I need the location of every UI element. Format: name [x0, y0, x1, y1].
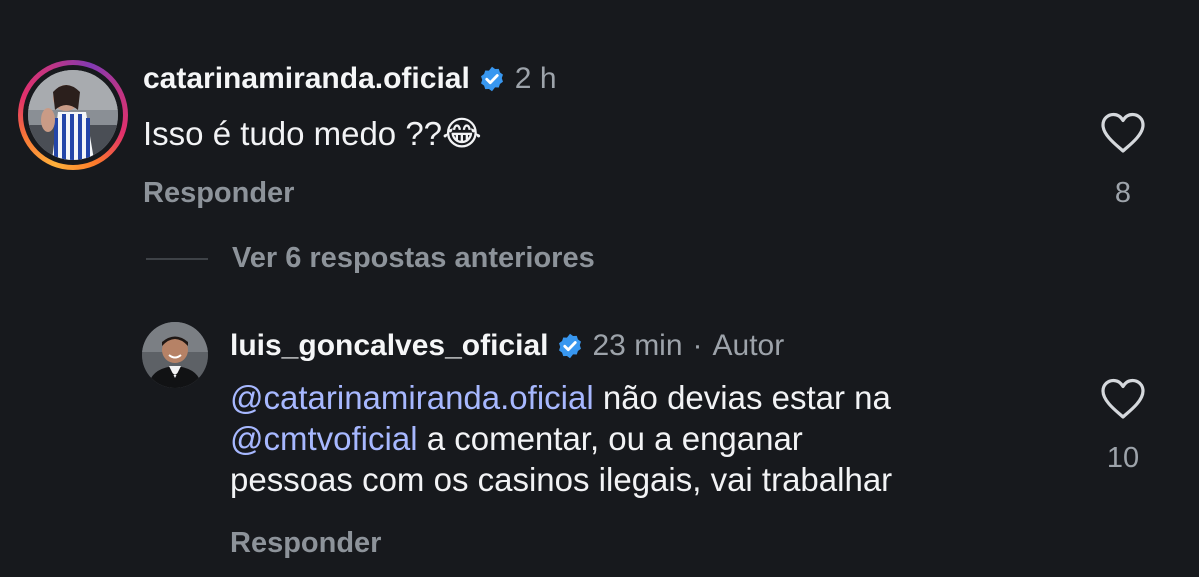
like-count: 8 [1114, 177, 1132, 209]
view-previous-replies-button[interactable]: Ver 6 respostas anteriores [232, 242, 595, 275]
verified-badge-icon [480, 66, 503, 92]
meta-separator: · [692, 329, 703, 362]
reply-button[interactable]: Responder [230, 527, 381, 560]
reply-text-part: a comentar, ou a enganar [417, 420, 803, 457]
reply-text-line-1: @catarinamiranda.oficial não devias esta… [230, 377, 1090, 418]
replies-divider [146, 258, 208, 260]
reply-avatar[interactable] [142, 322, 208, 388]
reply-text-line-2: @cmtvoficial a comentar, ou a enganar [230, 418, 1090, 459]
like-count: 10 [1106, 442, 1140, 474]
avatar-photo [28, 70, 118, 160]
reply-text: @catarinamiranda.oficial não devias esta… [230, 377, 1090, 500]
avatar[interactable] [28, 70, 118, 160]
reply-text-part: não devias estar na [593, 379, 891, 416]
laughing-emoji-icon: 😂 [442, 115, 482, 153]
heart-icon[interactable] [1100, 112, 1146, 154]
comment-header: catarinamiranda.oficial 2 h [143, 62, 557, 96]
comment-username[interactable]: catarinamiranda.oficial [143, 62, 470, 96]
mention-link[interactable]: @cmtvoficial [230, 420, 418, 457]
mention-link[interactable]: @catarinamiranda.oficial [230, 379, 594, 416]
comment-time: 2 h [514, 62, 557, 95]
comment-text: Isso é tudo medo ??😂 [143, 113, 482, 155]
story-ring[interactable] [18, 60, 128, 170]
verified-badge-icon [559, 333, 582, 359]
heart-icon[interactable] [1100, 378, 1146, 420]
reply-button[interactable]: Responder [143, 177, 294, 210]
reply-header: luis_goncalves_oficial 23 min · Autor [230, 329, 784, 363]
reply-username[interactable]: luis_goncalves_oficial [230, 329, 548, 363]
comment-text-main: Isso é tudo medo ?? [143, 115, 443, 152]
reply-time: 23 min [592, 329, 683, 362]
reply-avatar-photo [142, 322, 208, 388]
author-label: Autor [712, 329, 785, 362]
reply-text-line-3: pessoas com os casinos ilegais, vai trab… [230, 461, 893, 498]
